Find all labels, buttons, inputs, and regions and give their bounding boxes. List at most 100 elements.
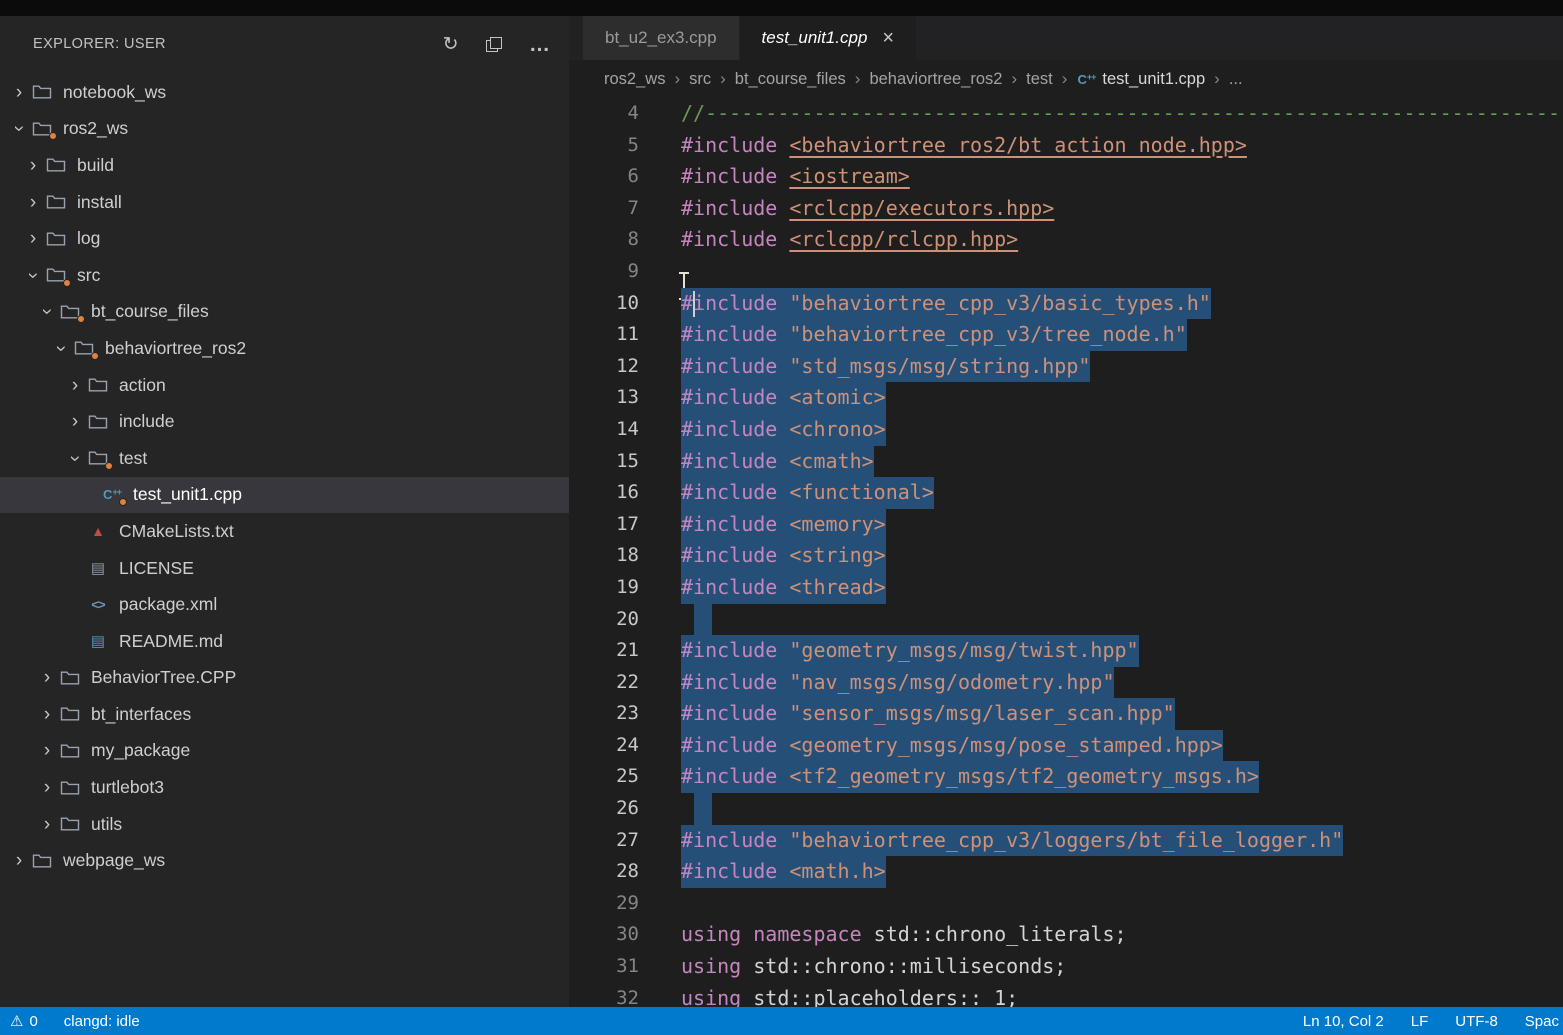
tree-item-test_unit1.cpp[interactable]: C++test_unit1.cpp	[0, 477, 569, 514]
tree-item-utils[interactable]: ›utils	[0, 806, 569, 843]
chevron-right-icon[interactable]: ›	[36, 778, 58, 797]
tree-item-include[interactable]: ›include	[0, 403, 569, 440]
breadcrumb-separator-icon: ›	[1214, 69, 1220, 89]
chevron-down-icon[interactable]: ›	[38, 301, 57, 323]
more-actions-icon[interactable]: …	[529, 34, 551, 55]
tab-label: bt_u2_ex3.cpp	[605, 28, 717, 48]
tree-item-CMakeLists.txt[interactable]: ▲CMakeLists.txt	[0, 513, 569, 550]
line-number[interactable]: 17	[569, 509, 639, 541]
tree-item-log[interactable]: ›log	[0, 220, 569, 257]
code-token: #include	[681, 227, 789, 251]
breadcrumb-item-test[interactable]: test	[1026, 70, 1053, 89]
line-number[interactable]: 10	[569, 288, 639, 320]
folder-glyph	[88, 377, 108, 393]
line-number[interactable]: 6	[569, 161, 639, 193]
tree-item-test[interactable]: ›test	[0, 440, 569, 477]
line-number[interactable]: 7	[569, 193, 639, 225]
line-number[interactable]: 30	[569, 919, 639, 951]
chevron-down-icon[interactable]: ›	[10, 118, 29, 140]
line-content	[681, 604, 712, 636]
tree-item-BehaviorTree.CPP[interactable]: ›BehaviorTree.CPP	[0, 660, 569, 697]
tree-item-action[interactable]: ›action	[0, 367, 569, 404]
breadcrumb-item-ros2_ws[interactable]: ros2_ws	[604, 70, 665, 89]
tree-item-src[interactable]: ›src	[0, 257, 569, 294]
chevron-right-icon[interactable]: ›	[36, 705, 58, 724]
clangd-status[interactable]: clangd: idle	[64, 1013, 140, 1030]
chevron-down-icon[interactable]: ›	[52, 337, 71, 359]
line-number[interactable]: 4	[569, 98, 639, 130]
line-number[interactable]: 21	[569, 635, 639, 667]
line-number[interactable]: 11	[569, 319, 639, 351]
breadcrumb-item-...[interactable]: ...	[1229, 70, 1243, 89]
line-number[interactable]: 19	[569, 572, 639, 604]
breadcrumb-item-bt_course_files[interactable]: bt_course_files	[735, 70, 846, 89]
chevron-down-icon[interactable]: ›	[66, 447, 85, 469]
indentation-indicator[interactable]: Spac	[1525, 1013, 1559, 1030]
chevron-right-icon[interactable]: ›	[36, 741, 58, 760]
line-number[interactable]: 14	[569, 414, 639, 446]
tab-bt_u2_ex3.cpp[interactable]: bt_u2_ex3.cpp	[583, 16, 739, 60]
line-number[interactable]: 26	[569, 793, 639, 825]
code-line: 24#include <geometry_msgs/msg/pose_stamp…	[569, 730, 1563, 762]
tree-item-README.md[interactable]: ▤README.md	[0, 623, 569, 660]
line-number[interactable]: 23	[569, 698, 639, 730]
cursor-position-indicator[interactable]: Ln 10, Col 2	[1303, 1013, 1384, 1030]
line-text: #include "nav_msgs/msg/odometry.hpp"	[681, 667, 1114, 699]
tree-item-turtlebot3[interactable]: ›turtlebot3	[0, 769, 569, 806]
line-number[interactable]: 22	[569, 667, 639, 699]
line-number[interactable]: 13	[569, 382, 639, 414]
problems-indicator[interactable]: ⚠ 0	[10, 1012, 38, 1030]
chevron-right-icon[interactable]: ›	[64, 376, 86, 395]
refresh-explorer-icon[interactable]: ↻	[443, 35, 459, 54]
line-number[interactable]: 12	[569, 351, 639, 383]
collapse-folders-icon[interactable]	[486, 37, 502, 52]
breadcrumb-item-test_unit1.cpp[interactable]: C++test_unit1.cpp	[1076, 70, 1205, 89]
chevron-right-icon[interactable]: ›	[8, 851, 30, 870]
encoding-indicator[interactable]: UTF-8	[1455, 1013, 1498, 1030]
line-number[interactable]: 15	[569, 446, 639, 478]
line-number[interactable]: 27	[569, 825, 639, 857]
tree-item-bt_course_files[interactable]: ›bt_course_files	[0, 294, 569, 331]
folder-glyph	[60, 670, 80, 686]
line-number[interactable]: 25	[569, 761, 639, 793]
line-content: #include <rclcpp/executors.hpp>	[681, 193, 1054, 225]
chevron-down-icon[interactable]: ›	[24, 264, 43, 286]
tree-item-ros2_ws[interactable]: ›ros2_ws	[0, 111, 569, 148]
line-number[interactable]: 24	[569, 730, 639, 762]
line-content: using namespace std::chrono_literals;	[681, 919, 1127, 951]
breadcrumb-item-behaviortree_ros2[interactable]: behaviortree_ros2	[869, 70, 1002, 89]
chevron-right-icon[interactable]: ›	[22, 193, 44, 212]
line-number[interactable]: 32	[569, 983, 639, 1007]
line-number[interactable]: 20	[569, 604, 639, 636]
tree-item-my_package[interactable]: › my_package	[0, 733, 569, 770]
chevron-right-icon[interactable]: ›	[36, 815, 58, 834]
tree-item-install[interactable]: ›install	[0, 184, 569, 221]
line-number[interactable]: 28	[569, 856, 639, 888]
tree-item-notebook_ws[interactable]: ›notebook_ws	[0, 74, 569, 111]
line-content: #include "behaviortree_cpp_v3/loggers/bt…	[681, 825, 1343, 857]
tree-item-LICENSE[interactable]: ▤LICENSE	[0, 550, 569, 587]
chevron-right-icon[interactable]: ›	[36, 668, 58, 687]
chevron-right-icon[interactable]: ›	[64, 412, 86, 431]
code-editor[interactable]: 4//-------------------------------------…	[569, 98, 1563, 1007]
breadcrumb-item-src[interactable]: src	[689, 70, 711, 89]
eol-indicator[interactable]: LF	[1411, 1013, 1429, 1030]
line-number[interactable]: 31	[569, 951, 639, 983]
line-number[interactable]: 8	[569, 224, 639, 256]
chevron-right-icon[interactable]: ›	[22, 229, 44, 248]
line-number[interactable]: 9	[569, 256, 639, 288]
line-number[interactable]: 5	[569, 130, 639, 162]
line-number[interactable]: 29	[569, 888, 639, 920]
tree-item-build[interactable]: ›build	[0, 147, 569, 184]
tree-item-bt_interfaces[interactable]: ›bt_interfaces	[0, 696, 569, 733]
chevron-right-icon[interactable]: ›	[8, 83, 30, 102]
tree-item-webpage_ws[interactable]: ›webpage_ws	[0, 842, 569, 879]
tree-item-package.xml[interactable]: <>package.xml	[0, 586, 569, 623]
tab-test_unit1.cpp[interactable]: test_unit1.cpp×	[740, 16, 917, 60]
tree-item-label: my_package	[91, 740, 190, 761]
line-number[interactable]: 16	[569, 477, 639, 509]
chevron-right-icon[interactable]: ›	[22, 156, 44, 175]
line-number[interactable]: 18	[569, 540, 639, 572]
close-tab-icon[interactable]: ×	[882, 28, 894, 48]
tree-item-behaviortree_ros2[interactable]: ›behaviortree_ros2	[0, 330, 569, 367]
